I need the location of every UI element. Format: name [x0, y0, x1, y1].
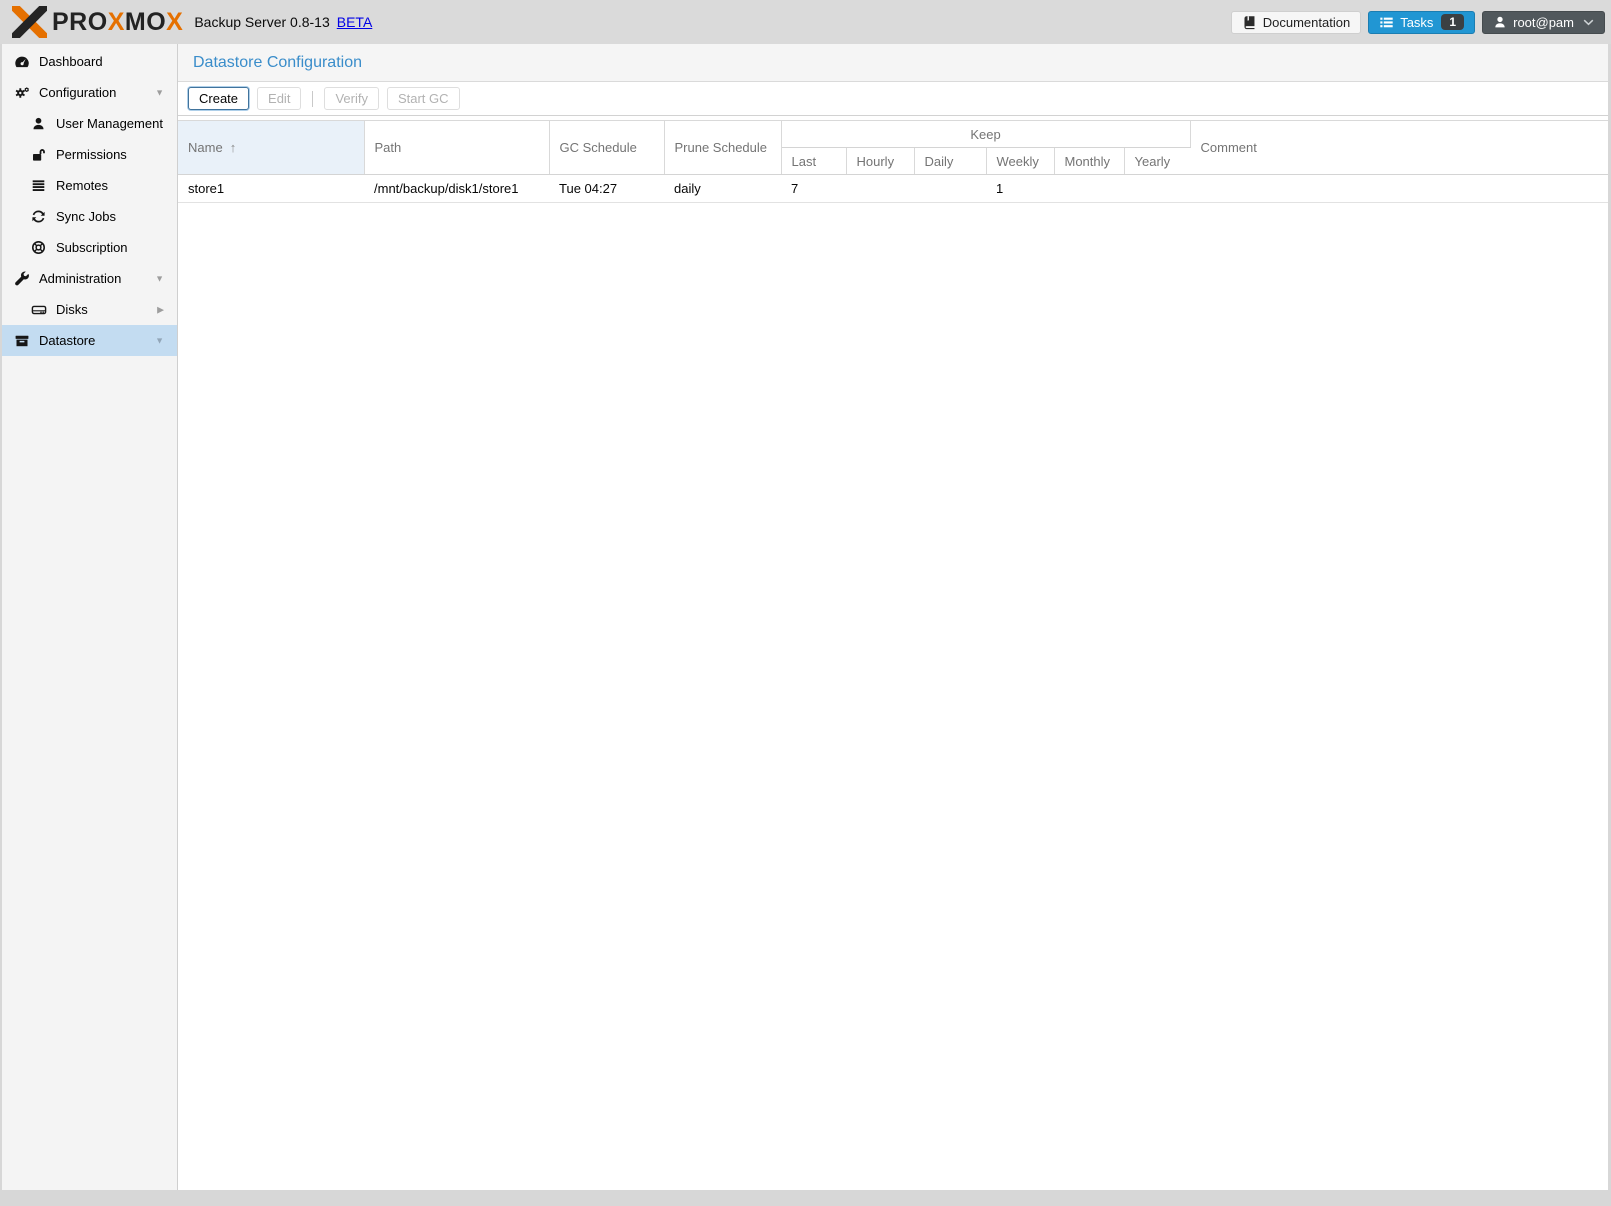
cell-gc-schedule[interactable]: Tue 04:27 — [549, 175, 664, 203]
column-header-path[interactable]: Path — [364, 121, 549, 175]
column-header-keep-weekly[interactable]: Weekly — [986, 148, 1054, 175]
cell-keep-hourly[interactable] — [846, 175, 914, 203]
sidebar-item-administration[interactable]: Administration ▼ — [2, 263, 177, 294]
cell-comment[interactable] — [1190, 175, 1608, 203]
cell-path[interactable]: /mnt/backup/disk1/store1 — [364, 175, 549, 203]
sidebar-item-remotes[interactable]: Remotes — [2, 170, 177, 201]
task-list-icon — [1379, 15, 1394, 30]
column-header-keep-last[interactable]: Last — [781, 148, 846, 175]
column-header-keep-group[interactable]: Keep — [781, 121, 1190, 148]
toolbar: Create Edit Verify Start GC — [178, 82, 1608, 116]
cogs-icon — [13, 85, 30, 101]
cell-name[interactable]: store1 — [178, 175, 364, 203]
proxmox-logo: PROXMOX — [12, 6, 183, 38]
verify-button[interactable]: Verify — [324, 87, 379, 110]
hdd-icon — [30, 302, 47, 318]
column-header-name[interactable]: Name↑ — [178, 121, 364, 175]
user-icon — [30, 116, 47, 131]
sidebar-item-sync-jobs[interactable]: Sync Jobs — [2, 201, 177, 232]
proxmox-x-mark-icon — [12, 6, 47, 38]
tasks-button[interactable]: Tasks 1 — [1368, 11, 1475, 34]
sidebar-item-datastore[interactable]: Datastore ▼ — [2, 325, 177, 356]
sidebar-item-permissions[interactable]: Permissions — [2, 139, 177, 170]
life-ring-icon — [30, 240, 47, 255]
chevron-down-icon[interactable]: ▼ — [155, 274, 164, 283]
edit-button[interactable]: Edit — [257, 87, 301, 110]
archive-icon — [13, 333, 30, 349]
dashboard-icon — [13, 54, 30, 70]
sync-icon — [30, 209, 47, 224]
documentation-button[interactable]: Documentation — [1231, 11, 1361, 34]
wrench-icon — [13, 271, 30, 287]
sidebar-item-user-management[interactable]: User Management — [2, 108, 177, 139]
logo-text: PROXMOX — [52, 8, 183, 37]
unlock-icon — [30, 147, 47, 163]
sidebar-item-dashboard[interactable]: Dashboard — [2, 46, 177, 77]
sort-ascending-icon: ↑ — [230, 140, 237, 155]
cell-prune-schedule[interactable]: daily — [664, 175, 781, 203]
main-content: Datastore Configuration Create Edit Veri… — [178, 44, 1608, 1190]
column-header-comment[interactable]: Comment — [1190, 121, 1608, 175]
panel-header: Datastore Configuration — [178, 44, 1608, 82]
cell-keep-daily[interactable] — [914, 175, 986, 203]
sidebar-item-configuration[interactable]: Configuration ▼ — [2, 77, 177, 108]
sidebar-item-subscription[interactable]: Subscription — [2, 232, 177, 263]
sidebar-item-disks[interactable]: Disks ▶ — [2, 294, 177, 325]
user-icon — [1493, 15, 1507, 29]
page-title: Datastore Configuration — [193, 54, 362, 72]
chevron-right-icon[interactable]: ▶ — [157, 305, 164, 314]
cell-keep-yearly[interactable] — [1124, 175, 1190, 203]
sidebar: Dashboard Configuration ▼ — [2, 44, 178, 1190]
chevron-down-icon[interactable]: ▼ — [155, 88, 164, 97]
column-header-keep-yearly[interactable]: Yearly — [1124, 148, 1190, 175]
start-gc-button[interactable]: Start GC — [387, 87, 460, 110]
beta-link[interactable]: BETA — [337, 14, 373, 30]
book-icon — [1242, 15, 1257, 30]
product-version: Backup Server 0.8-13 — [194, 14, 329, 30]
toolbar-separator — [312, 91, 313, 107]
column-header-gc-schedule[interactable]: GC Schedule — [549, 121, 664, 175]
datastore-table: Name↑ Path GC Schedule Prune Schedule Ke… — [178, 120, 1608, 203]
chevron-down-icon[interactable]: ▼ — [155, 336, 164, 345]
column-header-keep-hourly[interactable]: Hourly — [846, 148, 914, 175]
list-icon — [30, 178, 47, 193]
table-row[interactable]: store1 /mnt/backup/disk1/store1 Tue 04:2… — [178, 175, 1608, 203]
cell-keep-monthly[interactable] — [1054, 175, 1124, 203]
column-header-keep-daily[interactable]: Daily — [914, 148, 986, 175]
column-header-prune-schedule[interactable]: Prune Schedule — [664, 121, 781, 175]
app-window: PROXMOX Backup Server 0.8-13 BETA Docume… — [0, 0, 1611, 1206]
create-button[interactable]: Create — [188, 87, 249, 110]
cell-keep-weekly[interactable]: 1 — [986, 175, 1054, 203]
cell-keep-last[interactable]: 7 — [781, 175, 846, 203]
chevron-down-icon — [1583, 19, 1594, 26]
column-header-keep-monthly[interactable]: Monthly — [1054, 148, 1124, 175]
user-menu-button[interactable]: root@pam — [1482, 11, 1605, 34]
tasks-count-badge: 1 — [1441, 14, 1464, 30]
app-header: PROXMOX Backup Server 0.8-13 BETA Docume… — [0, 0, 1611, 44]
